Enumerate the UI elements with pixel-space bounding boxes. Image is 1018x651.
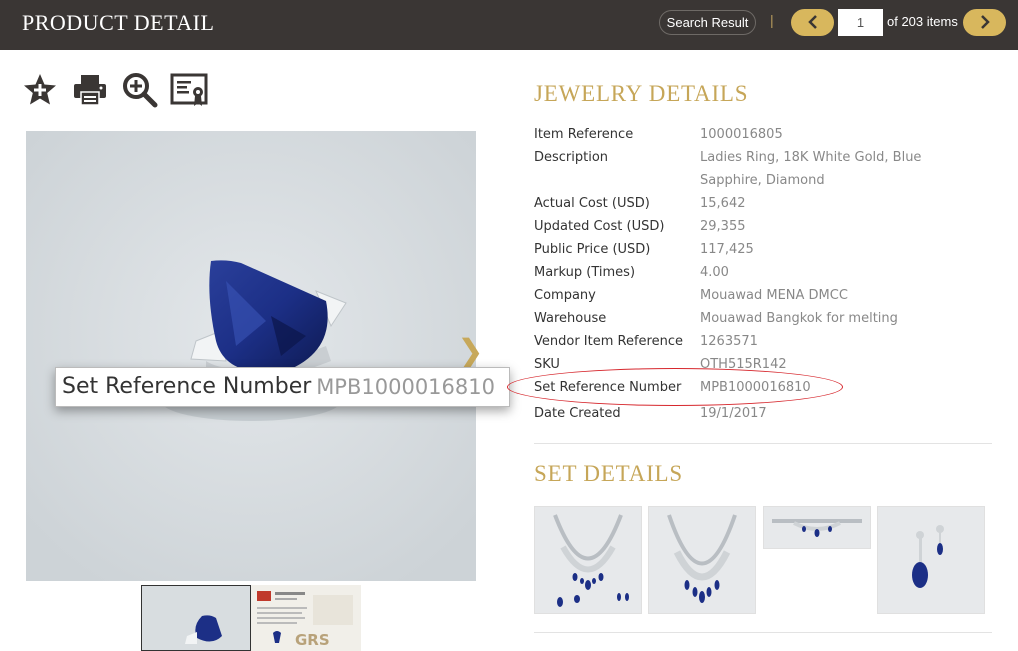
label-warehouse: Warehouse [534, 311, 607, 326]
value-updated-cost: 29,355 [700, 219, 746, 234]
zoom-button[interactable] [122, 72, 158, 108]
value-item-reference: 1000016805 [700, 127, 783, 142]
label-company: Company [534, 288, 596, 303]
chevron-left-icon [807, 15, 817, 29]
earrings-image [878, 507, 984, 613]
highlight-ellipse [507, 368, 843, 406]
zoom-in-icon [123, 73, 158, 108]
value-markup: 4.00 [700, 265, 729, 280]
top-bar: PRODUCT DETAIL Search Result | of 203 it… [0, 0, 1018, 50]
label-markup: Markup (Times) [534, 265, 636, 280]
certificate-icon [170, 73, 208, 106]
value-company: Mouawad MENA DMCC [700, 288, 848, 303]
page-title: PRODUCT DETAIL [22, 10, 215, 35]
set-details-title: SET DETAILS [534, 461, 684, 486]
print-button[interactable] [72, 72, 108, 108]
search-result-button[interactable]: Search Result [659, 10, 756, 35]
favorite-add-button[interactable] [22, 72, 58, 108]
print-icon [74, 75, 106, 106]
grs-logo-text: GRS [295, 631, 330, 649]
label-sku: SKU [534, 357, 560, 372]
main-product-image[interactable] [26, 131, 476, 581]
star-add-icon [24, 74, 56, 105]
section-divider [534, 443, 992, 444]
necklace-set-image [535, 507, 641, 613]
thumbnail-certificate[interactable]: GRS [251, 585, 361, 651]
necklace-image [649, 507, 755, 613]
value-date-created: 19/1/2017 [700, 406, 767, 421]
next-item-button[interactable] [963, 9, 1006, 36]
label-vendor-item-reference: Vendor Item Reference [534, 334, 683, 349]
ring-thumbnail-image [142, 586, 250, 650]
section-divider-bottom [534, 632, 992, 633]
zoom-callout-value: MPB1000016810 [316, 375, 495, 399]
thumbnail-ring[interactable] [141, 585, 251, 651]
set-item-necklace[interactable] [648, 506, 756, 614]
zoom-callout: Set Reference Number MPB1000016810 [55, 367, 510, 407]
set-item-necklace-set[interactable] [534, 506, 642, 614]
previous-item-button[interactable] [791, 9, 834, 36]
header-separator: | [770, 12, 774, 28]
label-date-created: Date Created [534, 406, 621, 421]
bracelet-image [764, 507, 870, 548]
label-updated-cost: Updated Cost (USD) [534, 219, 665, 234]
certificate-button[interactable] [170, 72, 208, 108]
page-total-text: of 203 items [887, 14, 958, 29]
value-public-price: 117,425 [700, 242, 754, 257]
image-next-arrow[interactable]: ❯ [457, 335, 484, 367]
value-warehouse: Mouawad Bangkok for melting [700, 311, 898, 326]
zoom-callout-label: Set Reference Number [62, 374, 312, 399]
page-number-input[interactable] [838, 9, 883, 36]
label-description: Description [534, 150, 609, 165]
label-actual-cost: Actual Cost (USD) [534, 196, 650, 211]
value-vendor-item-reference: 1263571 [700, 334, 758, 349]
label-public-price: Public Price (USD) [534, 242, 651, 257]
set-item-bracelet[interactable] [763, 506, 871, 549]
value-actual-cost: 15,642 [700, 196, 746, 211]
sapphire-ring-image [26, 131, 476, 581]
label-item-reference: Item Reference [534, 127, 634, 142]
chevron-right-icon [980, 15, 990, 29]
set-item-earrings[interactable] [877, 506, 985, 614]
jewelry-details-title: JEWELRY DETAILS [534, 81, 749, 106]
value-description: Ladies Ring, 18K White Gold, Blue Sapphi… [700, 150, 922, 188]
